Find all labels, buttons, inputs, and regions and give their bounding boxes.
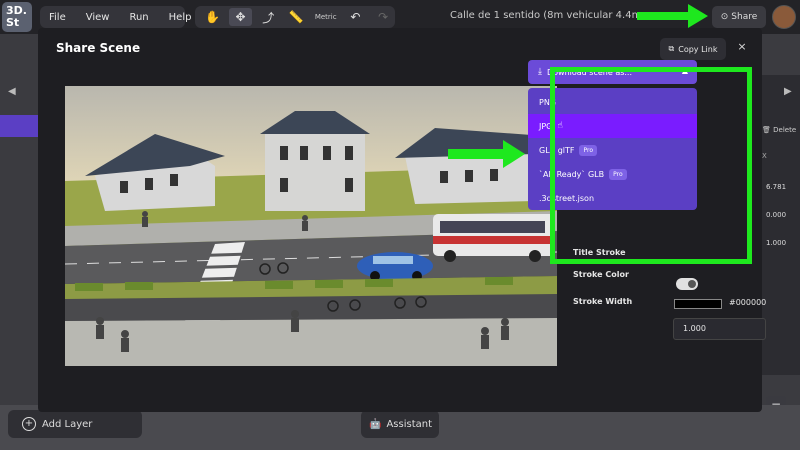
arrow-icon	[637, 4, 708, 28]
arrow-icon	[448, 140, 525, 168]
annotation-arrows	[448, 4, 708, 168]
